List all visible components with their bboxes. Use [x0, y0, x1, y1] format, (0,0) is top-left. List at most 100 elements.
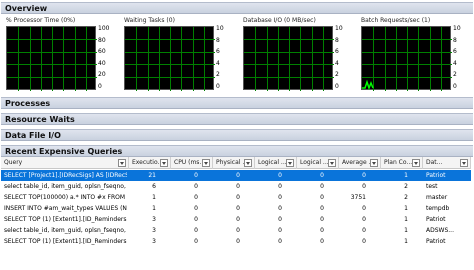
y-tick-label: 0 [216, 83, 220, 90]
table-cell: 21 [148, 172, 156, 179]
filter-dropdown-icon[interactable] [460, 159, 468, 167]
table-row[interactable]: SELECT TOP (1) [Extent1].[ID_Reminders] … [1, 214, 471, 225]
column-header[interactable]: Executio... [129, 157, 171, 169]
table-cell: 0 [194, 172, 198, 179]
table-cell: ADSWS... [426, 227, 454, 234]
y-tick-label: 10 [453, 25, 461, 32]
table-cell: 0 [320, 205, 324, 212]
column-header-label: CPU (ms... [174, 159, 206, 166]
table-row[interactable]: INSERT INTO #am_wait_types VALUES (N'Ba.… [1, 203, 471, 214]
table-cell: 0 [194, 238, 198, 245]
y-tick-label: 4 [335, 60, 339, 67]
filter-dropdown-icon[interactable] [286, 159, 294, 167]
chart-plot-area [243, 26, 334, 91]
y-tick-label: 60 [98, 48, 106, 55]
y-tick-label: 100 [98, 25, 110, 32]
recent-expensive-queries-title: Recent Expensive Queries [5, 147, 123, 156]
table-cell: test [426, 183, 438, 190]
table-cell: 0 [236, 227, 240, 234]
y-tick-label: 0 [453, 83, 457, 90]
column-header[interactable]: Logical ... [255, 157, 297, 169]
table-cell: 0 [320, 238, 324, 245]
overview-title: Overview [5, 4, 48, 13]
y-tick-label: 8 [216, 37, 220, 44]
data-file-io-title: Data File I/O [5, 131, 61, 140]
table-cell: 1 [404, 216, 408, 223]
table-cell: SELECT TOP(100000) a.* INTO #x FROM ... [4, 194, 127, 201]
column-header[interactable]: Physical ... [213, 157, 255, 169]
table-cell: master [426, 194, 448, 201]
chart-label: Batch Requests/sec (1) [361, 17, 431, 24]
y-tick-label: 2 [453, 71, 457, 78]
column-header[interactable]: Dat... [423, 157, 471, 169]
column-header-label: Logical ... [258, 159, 287, 166]
table-cell: 0 [362, 183, 366, 190]
table-row[interactable]: select table_id, item_guid, oplsn_fseqno… [1, 225, 471, 236]
column-header[interactable]: Logical ... [297, 157, 339, 169]
table-cell: 1 [404, 172, 408, 179]
column-header-label: Plan Co... [384, 159, 413, 166]
table-cell: 0 [320, 216, 324, 223]
filter-dropdown-icon[interactable] [202, 159, 210, 167]
y-tick-label: 0 [335, 83, 339, 90]
table-cell: 0 [278, 216, 282, 223]
column-header[interactable]: CPU (ms... [171, 157, 213, 169]
table-row[interactable]: select table_id, item_guid, oplsn_fseqno… [1, 181, 471, 192]
filter-dropdown-icon[interactable] [118, 159, 126, 167]
y-tick-label: 10 [335, 25, 343, 32]
recent-expensive-queries-section-header[interactable]: Recent Expensive Queries [1, 145, 473, 157]
table-cell: 0 [194, 205, 198, 212]
filter-dropdown-icon[interactable] [412, 159, 420, 167]
table-cell: 0 [320, 172, 324, 179]
overview-section-header[interactable]: Overview [1, 2, 473, 14]
filter-dropdown-icon[interactable] [370, 159, 378, 167]
table-row[interactable]: SELECT [Project1].[IDRecSigs] AS [IDRecS… [1, 170, 471, 181]
y-tick-label: 6 [453, 48, 457, 55]
processes-title: Processes [5, 99, 51, 108]
y-tick-label: 40 [98, 60, 106, 67]
table-cell: 0 [236, 238, 240, 245]
table-cell: tempdb [426, 205, 450, 212]
data-file-io-section-header[interactable]: Data File I/O [1, 129, 473, 141]
table-cell: 1 [152, 205, 156, 212]
table-cell: 3751 [350, 194, 366, 201]
filter-dropdown-icon[interactable] [244, 159, 252, 167]
table-cell: 0 [320, 227, 324, 234]
y-tick-label: 80 [98, 37, 106, 44]
chart-y-axis: 100 80 60 40 20 0 [96, 26, 114, 90]
table-cell: 0 [362, 216, 366, 223]
table-cell: 0 [278, 238, 282, 245]
y-tick-label: 10 [216, 25, 224, 32]
processes-section-header[interactable]: Processes [1, 97, 473, 109]
column-header-label: Dat... [426, 159, 443, 166]
y-tick-label: 8 [335, 37, 339, 44]
table-cell: SELECT TOP (1) [Extent1].[ID_Reminders] … [4, 238, 127, 245]
y-tick-label: 8 [453, 37, 457, 44]
table-cell: 0 [278, 194, 282, 201]
y-tick-label: 6 [335, 48, 339, 55]
table-cell: 1 [152, 194, 156, 201]
filter-dropdown-icon[interactable] [160, 159, 168, 167]
table-cell: 3 [152, 227, 156, 234]
resource-waits-section-header[interactable]: Resource Waits [1, 113, 473, 125]
column-header[interactable]: Plan Co... [381, 157, 423, 169]
column-header-label: Executio... [132, 159, 164, 166]
table-cell: 1 [404, 238, 408, 245]
table-cell: SELECT [Project1].[IDRecSigs] AS [IDRecS… [4, 172, 127, 179]
column-header[interactable]: Query [1, 157, 129, 169]
y-tick-label: 4 [453, 60, 457, 67]
filter-dropdown-icon[interactable] [328, 159, 336, 167]
table-cell: 0 [194, 216, 198, 223]
table-row[interactable]: SELECT TOP (1) [Extent1].[ID_Reminders] … [1, 236, 471, 247]
table-cell: 0 [194, 227, 198, 234]
table-cell: 0 [320, 194, 324, 201]
table-cell: SELECT TOP (1) [Extent1].[ID_Reminders] … [4, 216, 127, 223]
table-cell: Patriot [426, 172, 446, 179]
column-header[interactable]: Average ... [339, 157, 381, 169]
table-cell: 0 [362, 227, 366, 234]
table-cell: select table_id, item_guid, oplsn_fseqno… [4, 227, 127, 234]
chart-plot-area [124, 26, 215, 91]
table-cell: 0 [320, 183, 324, 190]
table-row[interactable]: SELECT TOP(100000) a.* INTO #x FROM ... 1… [1, 192, 471, 203]
table-cell: 0 [278, 227, 282, 234]
